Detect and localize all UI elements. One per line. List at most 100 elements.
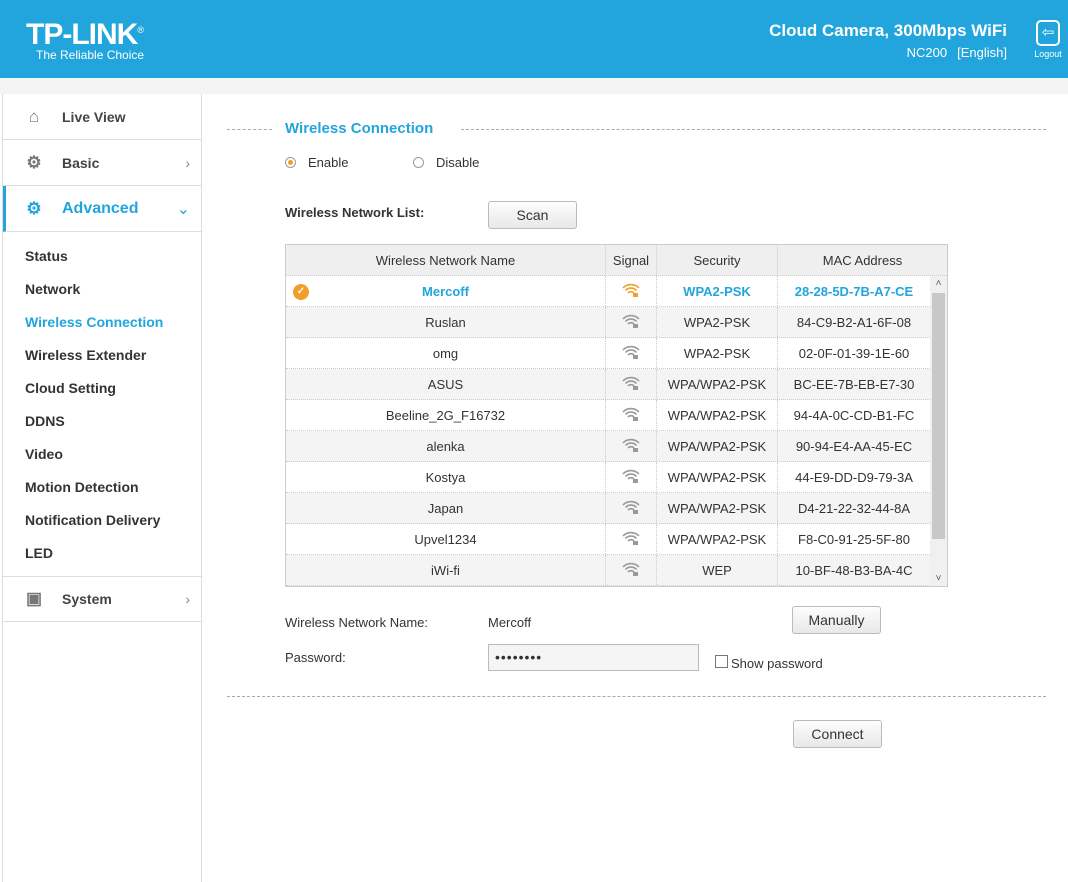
network-name: omg [432,345,459,361]
mac-address: BC-EE-7B-EB-E7-30 [793,376,915,392]
language-link[interactable]: [English] [957,45,1007,60]
home-icon: ⌂ [28,106,40,126]
chevron-right-icon: › [185,154,190,171]
column-header: MAC Address [822,252,903,268]
chevron-down-icon: ⌄ [176,200,190,218]
show-password-label[interactable]: Show password [731,656,823,671]
label: Advanced [62,199,139,217]
table-row[interactable]: ✓ Mercoff WPA2-PSK 28-28-5D-7B-A7-CE [286,276,930,307]
tagline: The Reliable Choice [36,48,145,62]
show-password-checkbox[interactable] [715,655,728,668]
divider [0,78,1068,94]
wifi-lock-icon [622,500,640,517]
sidebar-sub-video[interactable]: Video [25,446,63,462]
connect-button[interactable]: Connect [793,720,882,748]
network-list-label: Wireless Network List: [285,205,425,220]
table-row[interactable]: omg WPA2-PSK 02-0F-01-39-1E-60 [286,338,930,369]
product-name: Cloud Camera, 300Mbps WiFi [769,21,1007,40]
sidebar-sub-status[interactable]: Status [25,248,68,264]
wifi-lock-icon [622,562,640,579]
brand: TP-LINK [26,18,138,51]
gear-icon: ⚙ [26,152,42,172]
divider [461,129,1046,130]
sidebar-sub-wireless-extender[interactable]: Wireless Extender [25,347,146,363]
label: Disable [436,155,480,170]
security: WPA/WPA2-PSK [657,462,778,492]
network-name: Japan [427,500,464,516]
mac-address: D4-21-22-32-44-8A [797,500,910,516]
sidebar-sub-notification-delivery[interactable]: Notification Delivery [25,512,160,528]
header: TP-LINK® The Reliable Choice Cloud Camer… [0,0,1068,78]
column-header: Security [657,245,778,275]
mac-address: 84-C9-B2-A1-6F-08 [796,314,912,330]
sidebar-sub-led[interactable]: LED [25,545,53,561]
enable-radio[interactable]: Enable [285,155,348,170]
label: Live View [62,108,126,125]
logout-label: Logout [1034,49,1062,59]
sidebar-item-basic[interactable]: ⚙ Basic › [3,140,202,186]
security: WPA/WPA2-PSK [657,369,778,399]
table-row[interactable]: ASUS WPA/WPA2-PSK BC-EE-7B-EB-E7-30 [286,369,930,400]
manually-button[interactable]: Manually [792,606,881,634]
scroll-up-icon[interactable]: ˄ [930,278,947,289]
model: NC200 [906,45,948,60]
table-row[interactable]: alenka WPA/WPA2-PSK 90-94-E4-AA-45-EC [286,431,930,462]
sidebar-sub-cloud-setting[interactable]: Cloud Setting [25,380,116,396]
logout-icon: ⇦ [1036,20,1060,46]
wifi-lock-icon [622,376,640,393]
security: WPA/WPA2-PSK [657,524,778,554]
sidebar-sub-wireless-connection[interactable]: Wireless Connection [25,314,163,330]
table-row[interactable]: Ruslan WPA2-PSK 84-C9-B2-A1-6F-08 [286,307,930,338]
table-row[interactable]: Japan WPA/WPA2-PSK D4-21-22-32-44-8A [286,493,930,524]
sidebar-item-system[interactable]: ▣ System › [3,576,202,622]
scroll-down-icon[interactable]: ˅ [930,573,947,584]
wifi-lock-icon [622,314,640,331]
label: System [62,591,112,607]
network-name: Upvel1234 [414,531,477,547]
wifi-lock-icon [622,345,640,362]
divider [227,696,1046,697]
label: Basic [62,154,100,171]
wifi-lock-icon [622,407,640,424]
scan-button[interactable]: Scan [488,201,577,229]
section-title: Wireless Connection [285,120,434,137]
sidebar-item-live-view[interactable]: ⌂ Live View [3,94,202,140]
mac-address: 94-4A-0C-CD-B1-FC [793,407,915,423]
wifi-lock-icon [622,283,640,300]
network-name: Beeline_2G_F16732 [385,407,506,423]
label: Enable [308,155,349,170]
security: WEP [657,555,778,585]
system-icon: ▣ [25,589,43,608]
password-input[interactable]: •••••••• [488,644,699,671]
security: WPA2-PSK [657,307,778,337]
table-header: Wireless Network Name Signal Security MA… [286,245,947,276]
network-name: iWi-fi [431,562,460,578]
table-row[interactable]: Kostya WPA/WPA2-PSK 44-E9-DD-D9-79-3A [286,462,930,493]
table-row[interactable]: Upvel1234 WPA/WPA2-PSK F8-C0-91-25-5F-80 [286,524,930,555]
mac-address: F8-C0-91-25-5F-80 [798,531,910,547]
mac-address: 28-28-5D-7B-A7-CE [794,283,914,299]
network-name-value: Mercoff [488,615,532,630]
mac-address: 02-0F-01-39-1E-60 [798,345,910,361]
disable-radio[interactable]: Disable [413,155,479,170]
logout-button[interactable]: ⇦ Logout [1032,20,1064,59]
sidebar-sub-motion-detection[interactable]: Motion Detection [25,479,139,495]
security: WPA/WPA2-PSK [657,431,778,461]
mac-address: 10-BF-48-B3-BA-4C [795,562,913,578]
network-name: ASUS [427,376,464,392]
wifi-lock-icon [622,469,640,486]
mac-address: 90-94-E4-AA-45-EC [795,438,913,454]
table-row[interactable]: Beeline_2G_F16732 WPA/WPA2-PSK 94-4A-0C-… [286,400,930,431]
scrollbar[interactable]: ˄ ˅ [930,276,947,586]
network-name: Ruslan [425,314,466,330]
sidebar-item-advanced[interactable]: ⚙ Advanced ⌄ [3,186,202,232]
sidebar: ⌂ Live View ⚙ Basic › ⚙ Advanced ⌄ Status Net… [2,94,202,882]
security: WPA2-PSK [657,338,778,368]
column-header: Signal [606,245,657,275]
sidebar-sub-ddns[interactable]: DDNS [25,413,65,429]
table-row[interactable]: iWi-fi WEP 10-BF-48-B3-BA-4C [286,555,930,586]
sidebar-sub-network[interactable]: Network [25,281,80,297]
network-name: Kostya [425,469,466,485]
security: WPA2-PSK [657,276,778,306]
gears-icon: ⚙ [26,198,42,218]
